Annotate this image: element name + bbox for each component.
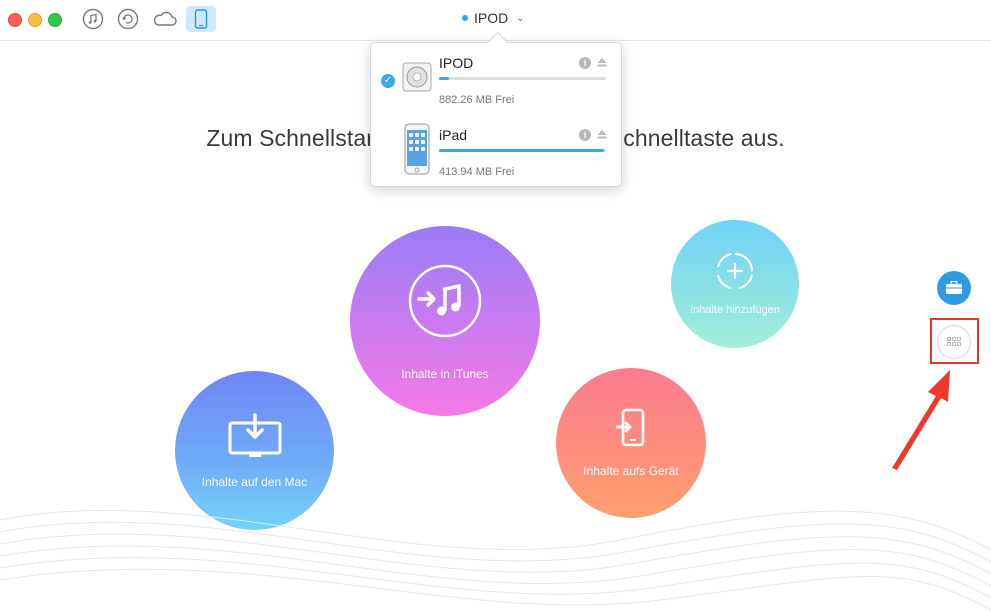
window-minimize-button[interactable] bbox=[28, 13, 42, 27]
storage-bar-fill bbox=[439, 77, 450, 80]
itunes-shortcut-label: Inhalte in iTunes bbox=[401, 367, 489, 381]
shortcut-grid-button[interactable] bbox=[937, 325, 971, 359]
device-name: iPad bbox=[439, 127, 468, 143]
background-waves bbox=[0, 509, 991, 611]
info-icon[interactable]: i bbox=[579, 57, 591, 69]
add-content-shortcut-label: Inhalte hinzufügen bbox=[690, 304, 780, 316]
grid-icon bbox=[947, 337, 961, 346]
itunes-shortcut-button[interactable]: Inhalte in iTunes bbox=[350, 226, 540, 416]
storage-bar bbox=[439, 77, 606, 80]
device-free-space: 413.94 MB Frei bbox=[439, 166, 515, 178]
add-content-shortcut-button[interactable]: Inhalte hinzufügen bbox=[671, 220, 799, 348]
to-itunes-icon bbox=[408, 264, 482, 338]
ipod-icon bbox=[402, 62, 432, 92]
eject-icon[interactable] bbox=[597, 129, 607, 139]
add-circle-icon bbox=[717, 253, 753, 289]
connected-indicator bbox=[462, 15, 468, 21]
device-item-ipad[interactable]: iPad i 413.94 MB Frei bbox=[371, 119, 621, 189]
device-dropdown: ✓ IPOD i 882.26 MB Frei iPad i 413.94 MB… bbox=[370, 42, 622, 187]
device-selector[interactable]: IPOD ⌄ bbox=[462, 10, 525, 26]
window-maximize-button[interactable] bbox=[48, 13, 62, 27]
device-free-space: 882.26 MB Frei bbox=[439, 94, 515, 106]
device-item-ipod[interactable]: ✓ IPOD i 882.26 MB Frei bbox=[371, 47, 621, 117]
device-selector-label: IPOD bbox=[474, 10, 509, 26]
backup-restore-icon[interactable] bbox=[115, 7, 141, 31]
icloud-icon[interactable] bbox=[150, 7, 180, 31]
checkmark-icon: ✓ bbox=[381, 74, 395, 88]
toolbox-button[interactable] bbox=[937, 271, 971, 305]
storage-bar bbox=[439, 149, 606, 152]
device-name: IPOD bbox=[439, 55, 474, 71]
chevron-down-icon: ⌄ bbox=[516, 12, 525, 24]
storage-bar-fill bbox=[439, 149, 605, 152]
eject-icon[interactable] bbox=[597, 57, 607, 67]
info-icon[interactable]: i bbox=[579, 129, 591, 141]
ipad-icon bbox=[404, 123, 430, 175]
device-icon[interactable] bbox=[186, 6, 216, 32]
itunes-library-icon[interactable] bbox=[80, 7, 106, 31]
toolbox-icon bbox=[946, 281, 962, 294]
window-close-button[interactable] bbox=[8, 13, 22, 27]
